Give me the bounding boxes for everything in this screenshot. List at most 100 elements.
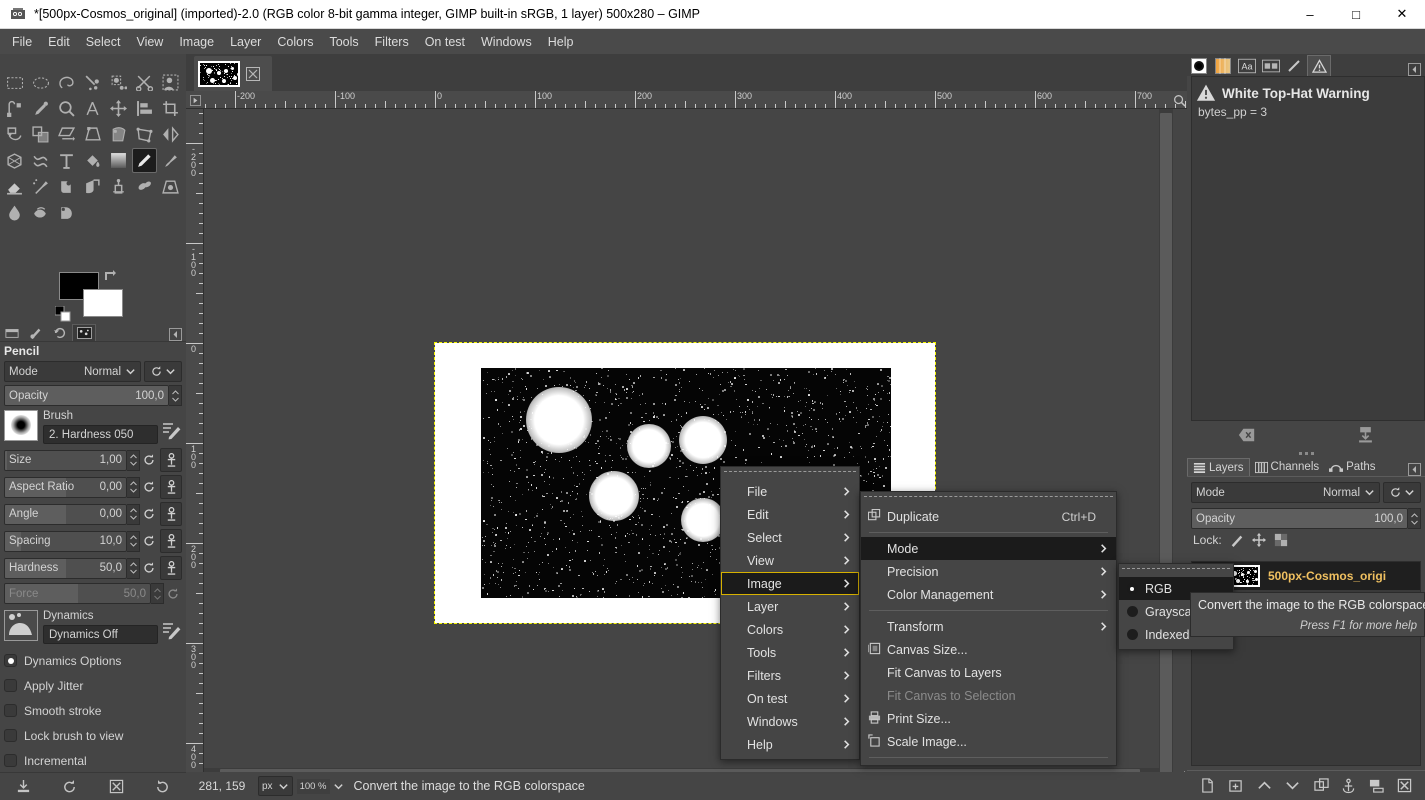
clone-icon[interactable] [106,174,131,199]
collapse-dock-icon[interactable] [1408,63,1421,76]
checkbox-dynamics-options[interactable]: Dynamics Options [4,648,182,673]
lock-position-icon[interactable] [1251,533,1266,547]
gradients-tab[interactable] [1211,55,1235,76]
menu-item-image[interactable]: Image [721,572,859,595]
menubar-item-edit[interactable]: Edit [40,32,78,52]
image-tab[interactable] [194,56,272,91]
menu-item-transform[interactable]: Transform [861,615,1116,638]
reset-tool-options-icon[interactable] [150,776,176,798]
aspect-ratio-slider[interactable]: Aspect Ratio 0,00 [4,476,127,498]
heal-icon[interactable] [132,174,157,199]
menu-item-mode[interactable]: Mode [861,537,1116,560]
maximize-button[interactable]: □ [1333,0,1379,29]
error-console-tab[interactable] [1307,55,1331,76]
alignment-icon[interactable] [132,96,157,121]
minimize-button[interactable]: – [1287,0,1333,29]
layer-mode-combo[interactable]: Mode Normal [1191,482,1380,503]
link-size-icon[interactable] [160,448,182,472]
link-hardness-icon[interactable] [160,556,182,580]
checkbox-smooth-stroke[interactable]: Smooth stroke [4,698,182,723]
ellipse-select-icon[interactable] [28,70,53,95]
close-icon[interactable] [246,66,260,81]
undo-history-tab[interactable] [48,324,72,341]
menu-item-colors[interactable]: Colors [721,618,859,641]
reset-size-icon[interactable] [140,450,158,471]
smudge-icon[interactable] [28,200,53,225]
paths-tab[interactable]: Paths [1324,458,1380,476]
reset-aspect-ratio-icon[interactable] [140,477,158,498]
menu-item-duplicate[interactable]: Duplicate Ctrl+D [861,505,1116,528]
menu-item-layer[interactable]: Layer [721,595,859,618]
zoom-value[interactable]: 100 % [296,778,330,794]
free-select-icon[interactable] [54,70,79,95]
edit-dynamics-icon[interactable] [162,620,182,640]
menu-item-precision[interactable]: Precision [861,560,1116,583]
link-angle-icon[interactable] [160,502,182,526]
anchor-layer-icon[interactable] [1342,778,1355,794]
menu-item-print-size[interactable]: Print Size... [861,707,1116,730]
pencil-icon[interactable] [132,148,157,173]
menu-item-scale-image[interactable]: Scale Image... [861,730,1116,753]
collapse-dock-icon[interactable] [1408,463,1421,476]
reset-force-icon[interactable] [164,583,182,604]
fuzzy-select-icon[interactable] [80,70,105,95]
reset-spacing-icon[interactable] [140,531,158,552]
link-aspect-ratio-icon[interactable] [160,475,182,499]
menu-item-help[interactable]: Help [721,733,859,756]
reset-colors-icon[interactable] [55,306,71,322]
clear-error-console-icon[interactable] [1238,427,1256,446]
reset-angle-icon[interactable] [140,504,158,525]
hardness-slider[interactable]: Hardness 50,0 [4,557,127,579]
paint-mode-combo[interactable]: Mode Normal [4,361,141,382]
menubar-item-image[interactable]: Image [171,32,222,52]
select-by-color-icon[interactable] [106,70,131,95]
menubar-item-on-test[interactable]: On test [417,32,473,52]
checkbox-lock-brush-to-view[interactable]: Lock brush to view [4,723,182,748]
layer-opacity-stepper[interactable] [1408,508,1421,529]
slider-stepper[interactable] [127,449,140,471]
color-picker-icon[interactable] [28,96,53,121]
lock-alpha-icon[interactable] [1274,533,1288,547]
zoom-image-button[interactable] [1171,91,1187,109]
menubar-item-view[interactable]: View [128,32,171,52]
airbrush-icon[interactable] [28,174,53,199]
tearoff-handle[interactable] [864,496,1113,502]
zoom-combo[interactable]: 100 % [296,776,344,796]
document-history-tab[interactable] [1259,55,1283,76]
close-button[interactable]: ✕ [1379,0,1425,29]
restore-tool-preset-icon[interactable] [57,776,83,798]
crop-icon[interactable] [158,96,183,121]
delete-layer-icon[interactable] [1397,778,1412,793]
checkbox-apply-jitter[interactable]: Apply Jitter [4,673,182,698]
scale-icon[interactable] [28,122,53,147]
menu-item-view[interactable]: View [721,549,859,572]
foreground-select-icon[interactable] [158,70,183,95]
duplicate-layer-icon[interactable] [1314,778,1329,793]
menubar-item-windows[interactable]: Windows [473,32,540,52]
flip-icon[interactable] [158,122,183,147]
brush-preview[interactable] [4,410,38,441]
menu-item-on-test[interactable]: On test [721,687,859,710]
opacity-slider[interactable]: Opacity 100,0 [4,385,169,406]
zoom-icon[interactable] [54,96,79,121]
horizontal-ruler[interactable]: -200 -100 0 100 200 300 400 500 600 700 [186,91,1187,109]
perspective-clone-icon[interactable] [158,174,183,199]
edit-brush-icon[interactable] [162,420,182,440]
slider-stepper[interactable] [127,530,140,552]
raise-layer-icon[interactable] [1257,778,1272,793]
delete-tool-preset-icon[interactable] [103,776,129,798]
rect-select-icon[interactable] [2,70,27,95]
mode-reset-button[interactable] [144,361,182,382]
checkbox-incremental[interactable]: Incremental [4,748,182,773]
vertical-scrollbar[interactable] [1159,109,1173,785]
gradient-icon[interactable] [106,148,131,173]
layer-opacity-slider[interactable]: Opacity 100,0 [1191,508,1408,529]
image-submenu[interactable]: Duplicate Ctrl+D Mode Precision Color Manage… [860,491,1117,766]
menu-item-select[interactable]: Select [721,526,859,549]
lower-layer-icon[interactable] [1285,778,1300,793]
dodge-burn-icon[interactable] [54,200,79,225]
ruler-origin-button[interactable] [186,91,204,108]
scissors-select-icon[interactable] [132,70,157,95]
warp-transform-icon[interactable] [28,148,53,173]
menubar-item-layer[interactable]: Layer [222,32,269,52]
